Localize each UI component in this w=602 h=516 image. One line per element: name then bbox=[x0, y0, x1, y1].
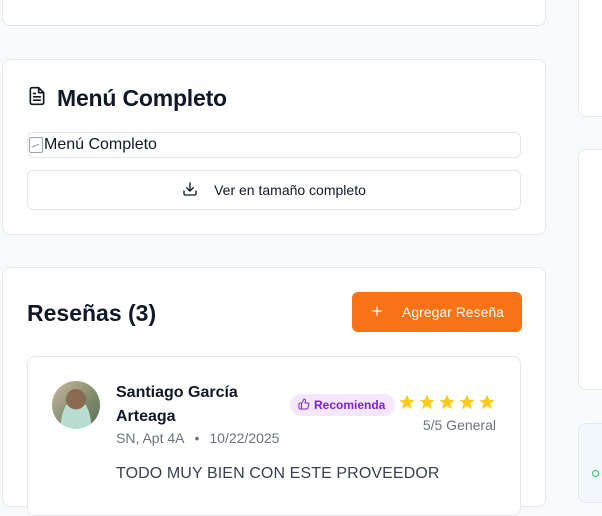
star-icon bbox=[399, 394, 415, 410]
rating-stars bbox=[398, 393, 496, 411]
star-icon bbox=[439, 394, 455, 410]
meta-separator: • bbox=[194, 430, 200, 446]
sidebar-card-middle bbox=[578, 149, 602, 390]
star-icon bbox=[459, 394, 475, 410]
menu-title-row: Menú Completo bbox=[27, 85, 227, 112]
review-date: 10/22/2025 bbox=[209, 430, 280, 446]
reviews-card: Reseñas (3) Agregar Reseña Santiago Garc… bbox=[2, 267, 546, 516]
recommend-badge: Recomienda bbox=[290, 394, 396, 416]
review-text: TODO MUY BIEN CON ESTE PROVEEDOR bbox=[116, 465, 440, 482]
document-icon bbox=[27, 86, 47, 111]
reviews-title: Reseñas (3) bbox=[27, 300, 157, 326]
broken-image-icon bbox=[29, 137, 43, 153]
download-icon bbox=[182, 181, 198, 200]
star-icon bbox=[419, 394, 435, 410]
reviewer-name: Santiago García Arteaga bbox=[116, 384, 238, 425]
reviewer-location: SN, Apt 4A bbox=[116, 430, 185, 446]
review-meta: SN, Apt 4A • 10/22/2025 bbox=[116, 430, 279, 446]
recommend-badge-label: Recomienda bbox=[314, 398, 386, 412]
plus-icon bbox=[370, 304, 384, 321]
avatar bbox=[52, 381, 100, 429]
menu-card: Menú Completo Menú Completo Ver en tamañ… bbox=[2, 59, 546, 235]
menu-image[interactable]: Menú Completo bbox=[27, 132, 521, 158]
thumbs-up-icon bbox=[298, 398, 310, 413]
star-icon bbox=[479, 394, 495, 410]
status-dot-icon bbox=[592, 470, 599, 477]
sidebar-card-top bbox=[578, 0, 602, 117]
menu-image-alt: Menú Completo bbox=[44, 136, 157, 153]
previous-section-card bbox=[2, 0, 546, 26]
menu-title: Menú Completo bbox=[57, 85, 227, 111]
review-item: Santiago García Arteaga SN, Apt 4A • 10/… bbox=[27, 356, 521, 516]
add-review-label: Agregar Reseña bbox=[402, 304, 504, 320]
rating-score: 5/5 General bbox=[422, 417, 496, 433]
view-full-size-button[interactable]: Ver en tamaño completo bbox=[27, 170, 521, 210]
add-review-button[interactable]: Agregar Reseña bbox=[352, 292, 522, 332]
view-full-size-label: Ver en tamaño completo bbox=[214, 182, 366, 198]
sidebar-card-bottom bbox=[578, 423, 602, 503]
